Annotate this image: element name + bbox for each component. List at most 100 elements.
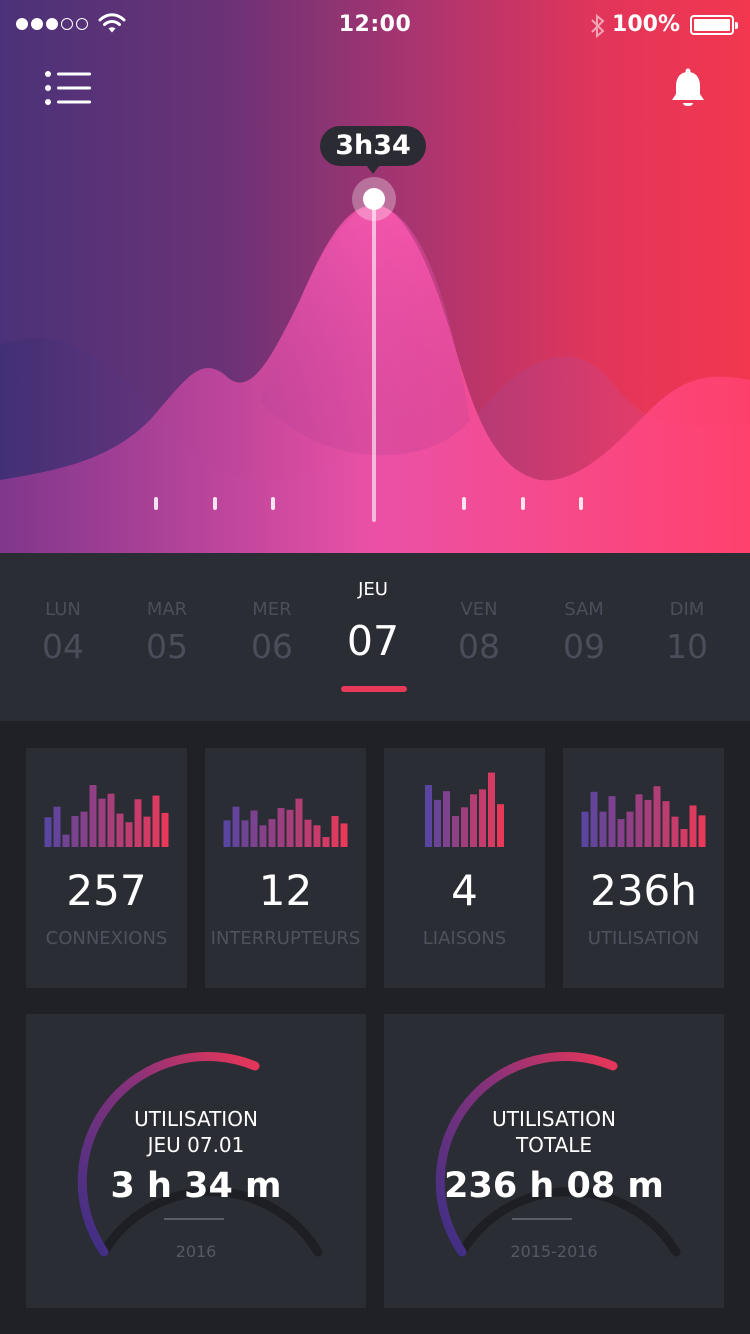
mini-bar: [161, 812, 169, 847]
day-number: 04: [42, 627, 84, 666]
day-number: 10: [666, 627, 708, 666]
mini-bar: [98, 798, 106, 847]
usage-gauge: [435, 1052, 681, 1257]
mini-bar-chart: [581, 786, 706, 847]
mini-bar: [331, 816, 339, 847]
day-name: DIM: [669, 599, 705, 620]
gauge-divider: [164, 1218, 224, 1220]
mini-bar: [250, 810, 258, 847]
day-selector: LUN 04 MAR 05 MER 06 JEU 07 VEN 08 SAM 0…: [0, 553, 750, 721]
mini-bar: [143, 816, 151, 847]
gauge-title: UTILISATION: [492, 1107, 616, 1131]
stat-value: 4: [451, 866, 478, 915]
mini-bar: [488, 772, 495, 847]
mini-bar: [277, 807, 285, 847]
day-name: MAR: [146, 599, 188, 620]
mini-bar: [259, 825, 267, 847]
battery-percentage: 100%: [612, 12, 680, 37]
mini-bar: [116, 813, 124, 847]
mini-bar: [470, 794, 477, 847]
mini-bar: [662, 801, 670, 847]
day-number: 05: [146, 627, 188, 666]
stat-label: INTERRUPTEURS: [210, 928, 361, 949]
wave-peak-highlight: [260, 205, 470, 456]
stat-card-interrupteurs[interactable]: 12 INTERRUPTEURS: [205, 748, 366, 988]
menu-button[interactable]: [40, 66, 96, 112]
day-number: 06: [251, 627, 293, 666]
gauge-divider: [512, 1218, 572, 1220]
gauge-value: 236 h 08 m: [444, 1166, 664, 1206]
gauge-card-daily-usage[interactable]: UTILISATION JEU 07.01 3 h 34 m 2016: [26, 1014, 366, 1308]
mini-bar: [44, 817, 52, 847]
mini-bar: [322, 837, 330, 847]
mini-bar: [80, 811, 88, 847]
day-number: 08: [458, 627, 500, 666]
day-number: 09: [563, 627, 605, 666]
mini-bar: [443, 791, 450, 847]
mini-bar: [425, 785, 432, 847]
mini-bar: [479, 789, 486, 847]
mini-bar: [461, 807, 468, 847]
mini-bar: [125, 822, 133, 847]
mini-bar: [671, 816, 679, 847]
mini-bar: [626, 811, 634, 847]
day-name: JEU: [358, 579, 388, 600]
mini-bar: [689, 805, 697, 847]
stat-value: 257: [66, 866, 147, 915]
gauge-subtitle: TOTALE: [515, 1133, 593, 1157]
usage-hero-chart: 12:00 100% 3h34: [0, 0, 750, 553]
mini-bar: [608, 796, 616, 847]
mini-bar: [89, 785, 97, 847]
menu-list-icon: [45, 71, 91, 105]
mini-bar: [340, 823, 348, 847]
mini-bar: [53, 806, 61, 847]
day-tick: [521, 497, 525, 510]
selected-point-handle[interactable]: [363, 188, 385, 210]
mini-bar-chart: [425, 772, 504, 847]
mini-bar-chart: [223, 798, 348, 847]
bell-icon: [672, 68, 704, 106]
stat-card-utilisation[interactable]: 236h UTILISATION: [563, 748, 724, 988]
stat-label: UTILISATION: [587, 928, 700, 949]
day-tick: [154, 497, 158, 510]
mini-bar: [680, 829, 688, 847]
gauge-value: 3 h 34 m: [110, 1166, 282, 1206]
selected-day-marker-line: [372, 200, 376, 522]
stat-card-connexions[interactable]: 257 CONNEXIONS: [26, 748, 187, 988]
mini-bar: [653, 786, 661, 847]
mini-bar: [590, 791, 598, 847]
mini-bar: [268, 819, 276, 847]
stat-label: CONNEXIONS: [45, 928, 168, 949]
mini-bar: [232, 806, 240, 847]
stat-card-liaisons[interactable]: 4 LIAISONS: [384, 748, 545, 988]
day-tick: [579, 497, 583, 510]
bluetooth-icon: [591, 13, 605, 39]
mini-bar: [452, 816, 459, 847]
day-tick: [271, 497, 275, 510]
day-tick: [213, 497, 217, 510]
stat-value: 236h: [590, 866, 697, 915]
day-tick: [462, 497, 466, 510]
notifications-button[interactable]: [668, 66, 708, 112]
mini-bar: [295, 798, 303, 847]
stat-label: LIAISONS: [422, 928, 507, 949]
mini-bar: [241, 820, 249, 847]
mini-bar: [152, 795, 160, 847]
mini-bar: [223, 820, 231, 847]
day-name: LUN: [45, 599, 81, 620]
mini-bar: [313, 825, 321, 847]
mini-bar: [71, 816, 79, 847]
mini-bar: [599, 811, 607, 847]
gauge-period: 2016: [175, 1242, 217, 1261]
mini-bar: [698, 815, 706, 847]
mini-bar: [107, 793, 115, 847]
mini-bar: [134, 799, 142, 847]
mini-bar: [617, 819, 625, 847]
mini-bar-chart: [44, 785, 169, 847]
day-name: MER: [252, 599, 292, 620]
day-number: 07: [346, 617, 400, 665]
usage-gauge: [77, 1052, 323, 1257]
gauge-title: UTILISATION: [134, 1107, 258, 1131]
gauge-card-total-usage[interactable]: UTILISATION TOTALE 236 h 08 m 2015-2016: [384, 1014, 724, 1308]
day-name: VEN: [460, 599, 498, 620]
